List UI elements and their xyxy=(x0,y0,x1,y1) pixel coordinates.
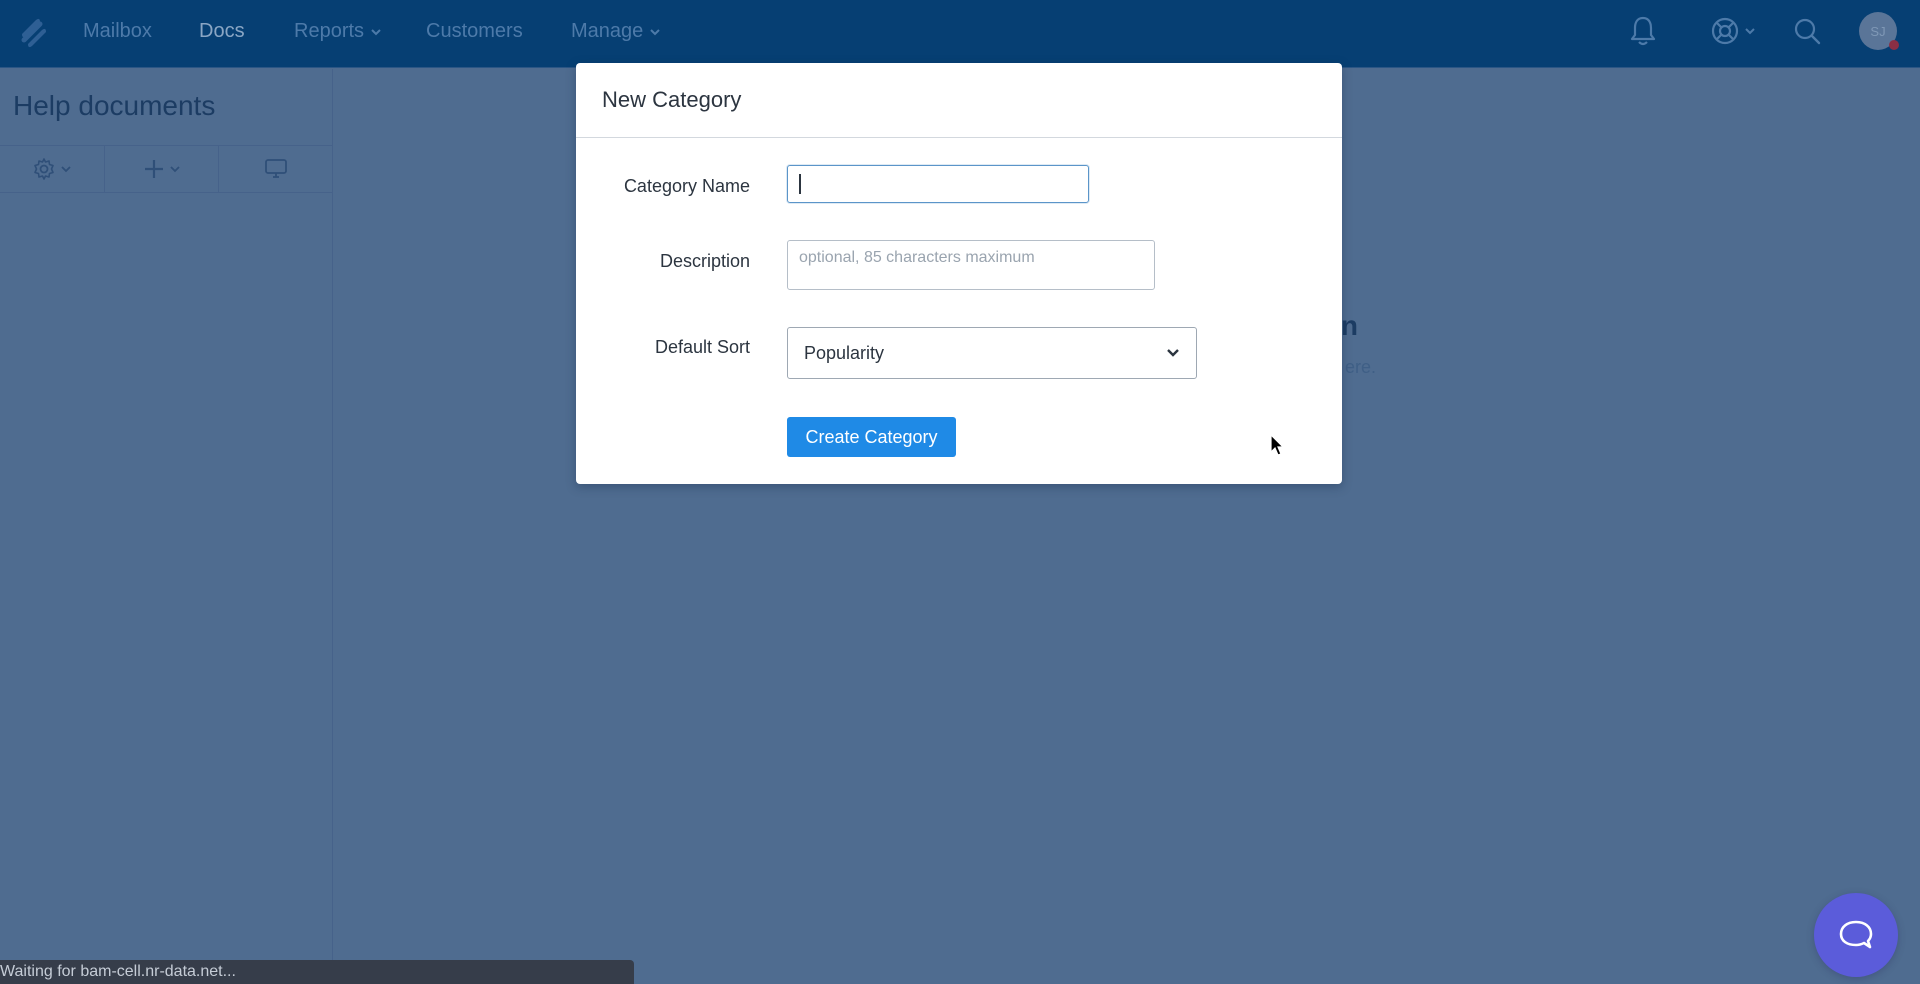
nav-item-label: Reports xyxy=(294,20,365,42)
add-dropdown-button[interactable] xyxy=(105,146,219,192)
default-sort-label: Default Sort xyxy=(654,337,750,357)
notification-dot xyxy=(1889,40,1899,50)
chevron-down-icon xyxy=(1745,28,1755,35)
sidebar-title: Help documents xyxy=(13,90,216,121)
browser-status-bar: Waiting for bam-cell.nr-data.net... xyxy=(0,960,634,984)
category-name-wrapper xyxy=(787,165,1089,203)
mouse-pointer-icon xyxy=(1270,434,1285,456)
preview-site-button[interactable] xyxy=(219,146,333,192)
sidebar-toolbar xyxy=(0,145,333,193)
nav-item-label: Docs xyxy=(199,20,245,42)
search-icon[interactable] xyxy=(1792,14,1822,48)
sidebar: Help documents xyxy=(0,69,333,984)
nav-item-reports[interactable]: Reports xyxy=(294,20,382,43)
avatar-initials: SJ xyxy=(1870,23,1886,39)
chat-bubble-icon xyxy=(1839,920,1873,949)
plus-icon xyxy=(144,160,163,178)
gear-icon xyxy=(34,158,54,180)
nav-item-label: Mailbox xyxy=(83,20,152,42)
chevron-down-icon xyxy=(169,166,180,173)
chevron-down-icon xyxy=(61,166,71,173)
status-text: Waiting for bam-cell.nr-data.net... xyxy=(0,963,236,980)
modal-title: New Category xyxy=(602,87,742,112)
helpscout-logo-icon[interactable] xyxy=(18,14,50,50)
category-name-input[interactable] xyxy=(787,165,1089,203)
nav-item-customers[interactable]: Customers xyxy=(426,20,523,43)
category-name-label: Category Name xyxy=(623,176,750,196)
settings-dropdown-button[interactable] xyxy=(0,146,105,192)
help-beacon-button[interactable] xyxy=(1814,893,1898,977)
help-lifebuoy-icon xyxy=(1711,17,1739,45)
default-sort-select[interactable]: Popularity xyxy=(787,327,1197,379)
bell-icon[interactable] xyxy=(1628,14,1658,48)
chevron-down-icon xyxy=(1167,349,1179,357)
create-category-button[interactable]: Create Category xyxy=(787,417,956,457)
help-menu-button[interactable] xyxy=(1710,14,1756,48)
description-input[interactable] xyxy=(787,240,1155,290)
modal-header: New Category xyxy=(576,63,1342,138)
nav-item-label: Manage xyxy=(571,20,644,42)
top-navigation-bar: Mailbox Docs Reports Customers Manage SJ xyxy=(0,0,1920,68)
chevron-down-icon xyxy=(371,28,381,35)
text-caret xyxy=(799,174,801,194)
description-label: Description xyxy=(659,251,750,271)
nav-item-manage[interactable]: Manage xyxy=(571,20,661,43)
chevron-down-icon xyxy=(650,28,660,35)
nav-item-label: Customers xyxy=(426,20,523,42)
nav-item-mailbox[interactable]: Mailbox xyxy=(83,20,152,43)
default-sort-value: Popularity xyxy=(804,342,885,363)
monitor-icon xyxy=(265,159,287,178)
nav-item-docs[interactable]: Docs xyxy=(199,20,245,43)
new-category-modal: New Category Category Name Description D… xyxy=(576,63,1342,484)
